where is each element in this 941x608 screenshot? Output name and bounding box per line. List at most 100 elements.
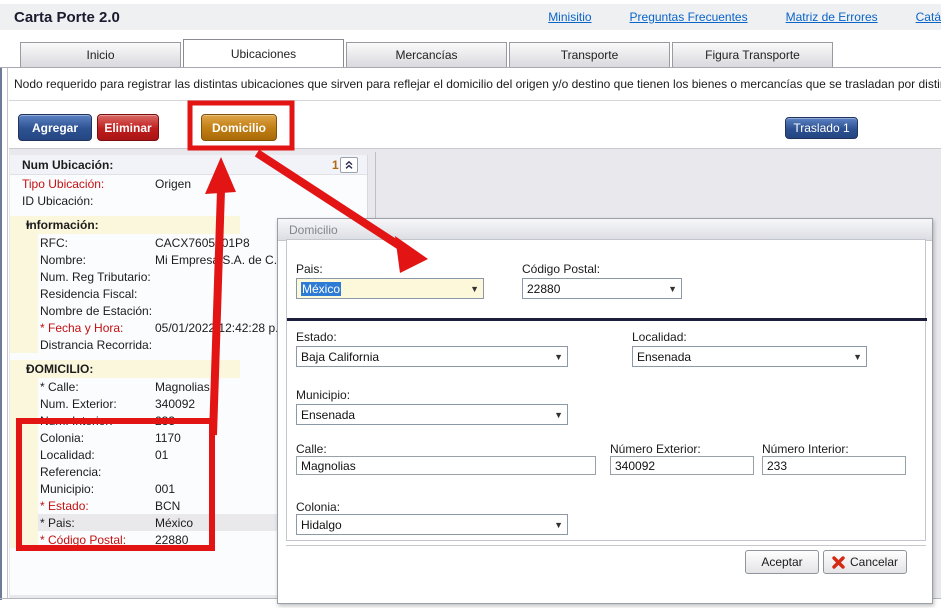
- estado-value: Baja California: [301, 350, 379, 364]
- cancelar-button[interactable]: Cancelar: [823, 550, 907, 574]
- num-ubicacion-row: Num Ubicación: 1: [10, 155, 367, 175]
- codigo-postal-label: Código Postal:: [522, 262, 600, 276]
- section-gutter: [10, 336, 38, 353]
- panel-row: ID Ubicación:: [10, 192, 367, 209]
- page-title: Carta Porte 2.0: [0, 9, 120, 26]
- num-ubicacion-label: Num Ubicación:: [10, 158, 113, 172]
- section-gutter: [10, 285, 38, 302]
- municipio-value: Ensenada: [301, 408, 355, 422]
- row-value: Magnolias: [155, 380, 210, 394]
- municipio-select[interactable]: Ensenada ▼: [296, 404, 568, 425]
- dialog-title: Domicilio: [278, 219, 932, 241]
- agregar-button[interactable]: Agregar: [18, 114, 92, 141]
- codigo-postal-value: 22880: [527, 282, 560, 296]
- chevron-down-icon: ▼: [664, 284, 677, 294]
- header-links: Minisitio Preguntas Frecuentes Matriz de E…: [548, 10, 941, 24]
- section-gutter: [10, 480, 38, 497]
- aceptar-label: Aceptar: [761, 555, 802, 569]
- section-gutter: [10, 429, 38, 446]
- row-value: México: [155, 516, 193, 530]
- colonia-label: Colonia:: [296, 500, 340, 514]
- aceptar-button[interactable]: Aceptar: [745, 550, 819, 574]
- row-label: ID Ubicación:: [10, 194, 93, 208]
- row-value: 233: [155, 414, 175, 428]
- section-gutter: [10, 378, 38, 395]
- section-gutter: [10, 302, 38, 319]
- row-value: Origen: [155, 177, 191, 191]
- estado-select[interactable]: Baja California ▼: [296, 346, 568, 367]
- section-gutter: [10, 268, 38, 285]
- chevron-down-icon: ▼: [466, 284, 479, 294]
- row-value: CACX7605101P8: [155, 236, 250, 250]
- tab[interactable]: Transporte: [509, 42, 670, 67]
- content-border: [0, 67, 941, 68]
- double-chevron-up-icon: [344, 160, 354, 170]
- collapse-button[interactable]: [340, 157, 358, 173]
- row-value: Mi Empresa S.A. de C.V.: [155, 253, 287, 267]
- municipio-label: Municipio:: [296, 388, 350, 402]
- row-label: Tipo Ubicación:: [10, 177, 104, 191]
- cancel-x-icon: [832, 556, 845, 569]
- section-gutter: [10, 497, 38, 514]
- header-link[interactable]: Minisitio: [548, 10, 591, 24]
- section-gutter: [10, 531, 38, 548]
- num-ubicacion-value: 1: [332, 158, 339, 172]
- row-value: 340092: [155, 397, 195, 411]
- pais-value: México: [301, 282, 341, 296]
- footer-divider: [286, 545, 926, 546]
- chevron-down-icon: ▼: [550, 410, 563, 420]
- header-link[interactable]: Catá: [916, 10, 941, 24]
- tab[interactable]: Figura Transporte: [672, 42, 833, 67]
- numero-exterior-input[interactable]: [610, 456, 754, 475]
- chevron-down-icon: ▼: [849, 352, 862, 362]
- section-gutter: [10, 412, 38, 429]
- section-gutter: [10, 395, 38, 412]
- section-gutter: [10, 446, 38, 463]
- carta-porte-app: Carta Porte 2.0 Minisitio Preguntas Frecu…: [0, 0, 941, 608]
- panel-row: Tipo Ubicación: Origen: [10, 175, 367, 192]
- numero-interior-label: Número Interior:: [762, 442, 849, 456]
- chevron-down-icon: ▼: [550, 352, 563, 362]
- colonia-value: Hidalgo: [301, 518, 342, 532]
- toolbar: Agregar Eliminar Domicilio Traslado 1: [9, 101, 941, 148]
- tab[interactable]: Ubicaciones: [183, 39, 344, 67]
- cancelar-label: Cancelar: [850, 555, 898, 569]
- pais-select[interactable]: México ▼: [296, 278, 484, 299]
- section-gutter: [10, 463, 38, 480]
- row-value: 1170: [155, 431, 181, 445]
- header-link[interactable]: Preguntas Frecuentes: [630, 10, 748, 24]
- section-title: DOMICILIO:: [26, 362, 93, 376]
- numero-interior-input[interactable]: [762, 456, 906, 475]
- tab[interactable]: Mercancías: [346, 42, 507, 67]
- chevron-down-icon: ▼: [550, 520, 563, 530]
- tab-strip: InicioUbicacionesMercancíasTransporteFig…: [20, 42, 833, 67]
- row-value: 01: [155, 448, 168, 462]
- section-divider: [287, 318, 927, 321]
- content-left-edge: [0, 67, 2, 600]
- content-inner-border: [7, 68, 8, 598]
- localidad-label: Localidad:: [632, 330, 687, 344]
- traslado-button[interactable]: Traslado 1: [785, 117, 858, 139]
- node-description: Nodo requerido para registrar las distin…: [9, 69, 941, 99]
- header-link[interactable]: Matriz de Errores: [786, 10, 878, 24]
- codigo-postal-select[interactable]: 22880 ▼: [522, 278, 682, 299]
- calle-label: Calle:: [296, 442, 327, 456]
- numero-exterior-label: Número Exterior:: [610, 442, 701, 456]
- domicilio-dialog: Domicilio Pais: México ▼ Código Postal: …: [277, 218, 933, 604]
- calle-input[interactable]: [296, 456, 596, 475]
- estado-label: Estado:: [296, 330, 337, 344]
- section-gutter: [10, 251, 38, 268]
- row-value: 001: [155, 482, 175, 496]
- row-value: 22880: [155, 533, 188, 547]
- tab[interactable]: Inicio: [20, 42, 181, 67]
- colonia-select[interactable]: Hidalgo ▼: [296, 514, 568, 535]
- section-gutter: [10, 319, 38, 336]
- app-header: Carta Porte 2.0 Minisitio Preguntas Frecu…: [0, 4, 941, 30]
- domicilio-button[interactable]: Domicilio: [201, 114, 277, 141]
- section-collapse-icon: ▼: [10, 365, 26, 374]
- row-value: 05/01/2022 12:42:28 p. m.: [155, 321, 295, 335]
- section-gutter: [10, 234, 38, 251]
- eliminar-button[interactable]: Eliminar: [97, 114, 159, 141]
- localidad-select[interactable]: Ensenada ▼: [632, 346, 867, 367]
- section-gutter: [10, 514, 38, 531]
